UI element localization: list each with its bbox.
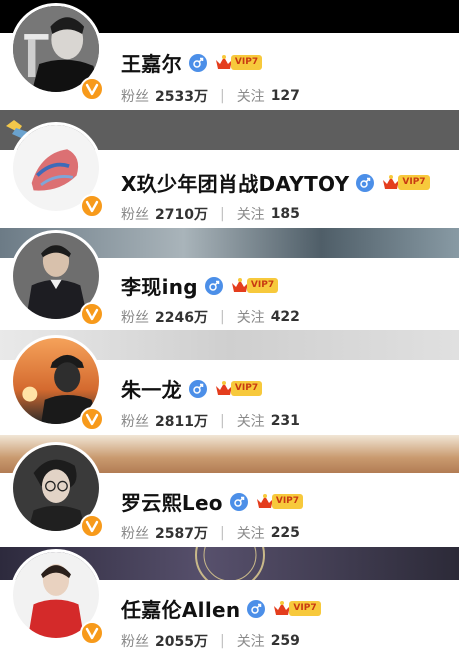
- user-name[interactable]: 罗云熙Leo: [121, 487, 223, 516]
- fans-label: 粉丝: [121, 414, 149, 430]
- fans-count: 2246万: [155, 310, 208, 326]
- user-card[interactable]: 朱一龙 VIP7 粉丝 2811万 | 关注 231: [0, 330, 459, 435]
- following-label: 关注: [236, 207, 265, 223]
- user-name[interactable]: X玖少年团肖战DAYTOY: [121, 168, 349, 197]
- male-icon: [188, 53, 207, 72]
- vip-level-label: VIP7: [271, 494, 304, 509]
- crown-vip-icon: VIP7: [255, 493, 304, 511]
- user-name[interactable]: 王嘉尔: [121, 48, 182, 77]
- stats-separator: |: [219, 88, 225, 104]
- following-count: 231: [270, 413, 300, 429]
- crown-vip-icon: VIP7: [214, 54, 263, 72]
- stats-separator: |: [219, 525, 225, 541]
- following-label: 关注: [236, 310, 265, 326]
- fans-count: 2055万: [155, 634, 208, 650]
- fans-label: 粉丝: [121, 207, 149, 223]
- vip-level-label: VIP7: [246, 278, 279, 293]
- stats-separator: |: [219, 309, 225, 325]
- verified-v-badge-icon: [80, 302, 104, 326]
- following-count: 127: [270, 88, 300, 104]
- verified-v-badge-icon: [80, 77, 104, 101]
- user-name[interactable]: 李现ing: [121, 271, 198, 300]
- user-card[interactable]: 李现ing VIP7 粉丝 2246万 | 关注 422: [0, 228, 459, 330]
- male-icon: [356, 173, 375, 192]
- verified-v-badge-icon: [80, 407, 104, 431]
- male-icon: [229, 492, 248, 511]
- fans-label: 粉丝: [121, 310, 149, 326]
- following-count: 185: [270, 206, 300, 222]
- male-icon: [247, 599, 266, 618]
- fans-count: 2710万: [155, 207, 208, 223]
- verified-v-badge-icon: [80, 514, 104, 538]
- following-label: 关注: [236, 526, 265, 542]
- vip-level-label: VIP7: [398, 175, 430, 190]
- verified-v-badge-icon: [80, 621, 104, 645]
- following-label: 关注: [236, 414, 265, 430]
- fans-label: 粉丝: [121, 634, 149, 650]
- crown-vip-icon: VIP7: [381, 174, 430, 192]
- following-label: 关注: [236, 634, 265, 650]
- crown-vip-icon: VIP7: [214, 380, 263, 398]
- user-list: 王嘉尔 VIP7 粉丝 2533万 | 关注 127 X玖少年团肖战DAYTOY…: [0, 0, 459, 655]
- user-card[interactable]: 王嘉尔 VIP7 粉丝 2533万 | 关注 127: [0, 0, 459, 110]
- user-card[interactable]: 任嘉伦Allen VIP7 粉丝 2055万 | 关注 259: [0, 547, 459, 655]
- crown-vip-icon: VIP7: [272, 600, 321, 618]
- following-count: 259: [270, 633, 300, 649]
- following-label: 关注: [236, 89, 265, 105]
- user-card[interactable]: 罗云熙Leo VIP7 粉丝 2587万 | 关注 225: [0, 435, 459, 547]
- stats-separator: |: [219, 633, 225, 649]
- fans-count: 2533万: [155, 89, 208, 105]
- vip-level-label: VIP7: [230, 55, 263, 70]
- user-card[interactable]: X玖少年团肖战DAYTOY VIP7 粉丝 2710万 | 关注 185: [0, 110, 459, 228]
- fans-label: 粉丝: [121, 526, 149, 542]
- stats-separator: |: [219, 206, 225, 222]
- user-name[interactable]: 朱一龙: [121, 374, 182, 403]
- vip-level-label: VIP7: [289, 601, 321, 616]
- crown-vip-icon: VIP7: [230, 277, 279, 295]
- user-name[interactable]: 任嘉伦Allen: [121, 594, 240, 623]
- male-icon: [204, 276, 223, 295]
- stats-separator: |: [219, 413, 225, 429]
- fans-count: 2811万: [155, 414, 208, 430]
- fans-count: 2587万: [155, 526, 208, 542]
- verified-v-badge-icon: [80, 194, 104, 218]
- following-count: 225: [270, 525, 300, 541]
- vip-level-label: VIP7: [230, 381, 263, 396]
- following-count: 422: [270, 309, 300, 325]
- fans-label: 粉丝: [121, 89, 149, 105]
- male-icon: [188, 379, 207, 398]
